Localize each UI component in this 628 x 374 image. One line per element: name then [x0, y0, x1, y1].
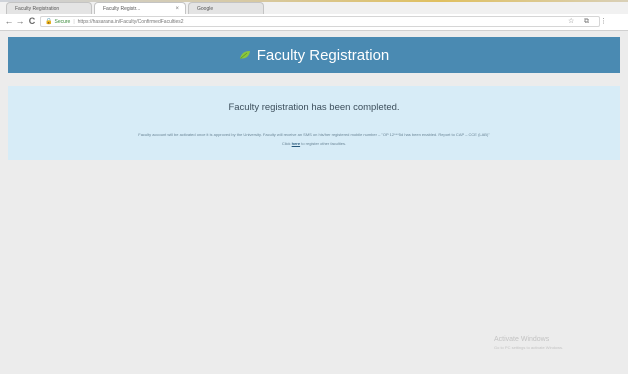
tab-label: Faculty Registr... — [103, 6, 141, 12]
secure-label: Secure — [54, 19, 71, 25]
browser-tab-active[interactable]: Faculty Registr... × — [94, 2, 186, 14]
menu-icon[interactable]: ⋮ — [600, 16, 607, 27]
link-prefix: Click — [281, 141, 291, 146]
lock-icon: 🔒 — [45, 19, 53, 25]
reload-button[interactable]: C — [27, 16, 37, 27]
success-detail: Faculty account will be activated once i… — [138, 132, 490, 137]
url-separator: | — [73, 19, 75, 25]
leaf-icon — [239, 51, 250, 59]
tab-strip-accent — [0, 0, 628, 2]
activate-windows-watermark: Activate Windows Go to PC settings to ac… — [494, 336, 563, 350]
here-link[interactable]: here — [292, 141, 300, 146]
link-suffix: to register other faculties. — [301, 141, 347, 146]
browser-tab[interactable]: Faculty Registration — [6, 2, 92, 14]
register-more-line: Click here to register other faculties. — [8, 141, 620, 146]
success-message-panel: Faculty registration has been completed.… — [8, 86, 620, 160]
success-title: Faculty registration has been completed. — [228, 102, 400, 113]
address-bar: ← → C 🔒 Secure | https://hasarana.in/Facult… — [0, 14, 628, 31]
star-icon[interactable]: ☆ — [568, 16, 574, 27]
watermark-subtitle: Go to PC settings to activate Windows. — [494, 345, 564, 350]
page-header: Faculty Registration — [8, 37, 620, 73]
tab-label: Google — [197, 6, 214, 12]
browser-tab[interactable]: Google — [188, 2, 264, 14]
tab-label: Faculty Registration — [15, 6, 60, 12]
page-title: Faculty Registration — [256, 46, 390, 64]
browser-tab-strip: Faculty Registration Faculty Registr... … — [0, 0, 628, 15]
close-tab-icon[interactable]: × — [175, 3, 179, 14]
back-button[interactable]: ← — [4, 16, 14, 27]
url-input[interactable]: 🔒 Secure | https://hasarana.in/Faculty/Conf… — [40, 16, 600, 27]
watermark-title: Activate Windows — [494, 336, 550, 343]
extension-icon[interactable]: ⧉ — [584, 16, 589, 27]
url-text: https://hasarana.in/Faculty/ConfirmedFac… — [77, 19, 184, 25]
forward-button[interactable]: → — [15, 16, 25, 27]
